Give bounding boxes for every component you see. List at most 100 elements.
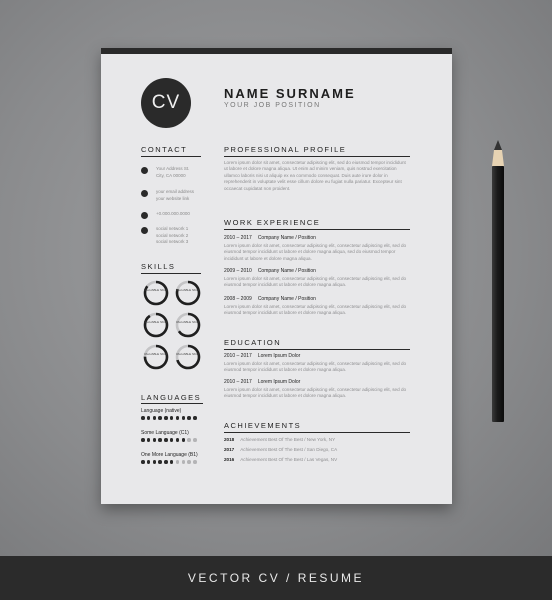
languages-title: LANGUAGES xyxy=(141,393,202,402)
contact-email: your email address your website link xyxy=(141,189,208,202)
achievements-rule xyxy=(224,432,410,433)
skill-ring: VALUABLE SKILL xyxy=(175,344,201,370)
profile-rule xyxy=(224,156,410,157)
email-icon xyxy=(141,190,148,197)
skill-ring: VALUABLE SKILL xyxy=(143,344,169,370)
skills-title: SKILLS xyxy=(141,262,176,271)
social-icon xyxy=(141,227,148,234)
level-dot-filled xyxy=(169,438,174,442)
skill-label: VALUABLE SKILL xyxy=(143,352,169,356)
achievement-year: 2017 xyxy=(224,447,235,452)
level-dot-filled xyxy=(187,416,191,420)
profile-title: PROFESSIONAL PROFILE xyxy=(224,145,347,154)
experience-description: Lorem ipsum dolor sit amet, consectetur … xyxy=(224,243,407,261)
level-dot-filled xyxy=(158,438,162,442)
contact-social: social network 1 social network 2 social n… xyxy=(141,226,208,246)
achievement-item: 2017 Achievement Best Of The Best / San D… xyxy=(224,447,337,452)
education-rule xyxy=(224,349,410,350)
contact-address: Your Address St. City, CA 00000 xyxy=(141,166,208,179)
achievement-text: Achievement Best Of The Best / Las Vegas… xyxy=(240,457,338,462)
language-level-dots xyxy=(141,438,199,442)
level-dot-filled xyxy=(164,438,168,442)
footer-title: VECTOR CV / RESUME xyxy=(187,571,365,585)
job-position: YOUR JOB POSITION xyxy=(224,102,321,109)
language-level-dots xyxy=(141,460,199,464)
level-dot-filled xyxy=(152,460,157,464)
phone-line: +0.000.000.0000 xyxy=(156,211,190,216)
city-line: City, CA 00000 xyxy=(156,172,186,178)
social-line: social network 3 xyxy=(156,239,189,244)
top-bar xyxy=(101,48,452,54)
level-dot-filled xyxy=(158,416,162,420)
footer-banner: VECTOR CV / RESUME xyxy=(0,556,552,600)
level-dot-filled xyxy=(164,416,168,420)
resume-sheet: CV NAME SURNAME YOUR JOB POSITION CONTAC… xyxy=(101,48,452,504)
languages-rule xyxy=(141,403,203,404)
level-dot-empty xyxy=(181,460,186,464)
level-dot-filled xyxy=(175,416,180,420)
experience-entry: 2010 – 2017 Company Name / Position Lorem… xyxy=(224,235,410,262)
level-dot-filled xyxy=(181,438,186,442)
education-description: Lorem ipsum dolor sit amet, consectetur … xyxy=(224,361,407,373)
skill-label: VALUABLE SKILL xyxy=(143,320,169,324)
level-dot-filled xyxy=(146,416,151,420)
skill-ring: VALUABLE SKILL xyxy=(175,280,201,306)
education-title-text: Lorem Ipsum Dolor xyxy=(257,353,301,359)
education-entry: 2010 – 2017 Lorem Ipsum Dolor Lorem ipsum… xyxy=(224,353,410,374)
phone-icon xyxy=(141,212,148,219)
achievement-year: 2018 xyxy=(224,437,235,442)
experience-description: Lorem ipsum dolor sit amet, consectetur … xyxy=(224,276,407,288)
experience-title-text: Company Name / Position xyxy=(257,296,316,302)
level-dot-empty xyxy=(187,438,191,442)
achievement-item: 2018 Achievement Best Of The Best / New Y… xyxy=(224,437,335,442)
education-description: Lorem ipsum dolor sit amet, consectetur … xyxy=(224,387,407,399)
skill-ring: VALUABLE SKILL xyxy=(143,280,169,306)
experience-title-text: Company Name / Position xyxy=(257,235,316,241)
achievement-item: 2016 Achievement Best Of The Best / Las V… xyxy=(224,457,337,462)
level-dot-empty xyxy=(187,460,191,464)
level-dot-empty xyxy=(175,460,180,464)
monogram-avatar: CV xyxy=(141,78,191,128)
experience-years: 2009 – 2010 xyxy=(224,268,252,274)
language-name: Language (native) xyxy=(141,408,182,414)
location-icon xyxy=(141,167,148,174)
achievement-year: 2016 xyxy=(224,457,235,462)
skill-label: VALUABLE SKILL xyxy=(175,320,201,324)
language-level-dots xyxy=(141,416,199,420)
experience-entry: 2008 – 2009 Company Name / Position Lorem… xyxy=(224,296,410,317)
achievement-text: Achievement Best Of The Best / San Diego… xyxy=(240,447,338,452)
level-dot-filled xyxy=(141,438,145,442)
contact-phone: +0.000.000.0000 xyxy=(141,211,208,219)
skills-rule xyxy=(141,273,201,274)
skill-ring: VALUABLE SKILL xyxy=(143,312,169,338)
skill-label: VALUABLE SKILL xyxy=(143,288,169,292)
language-name: One More Language (B1) xyxy=(141,452,198,458)
experience-years: 2010 – 2017 xyxy=(224,235,252,241)
level-dot-filled xyxy=(181,416,186,420)
achievements-title: ACHIEVEMENTS xyxy=(224,421,302,430)
skill-ring: VALUABLE SKILL xyxy=(175,312,201,338)
name-heading: NAME SURNAME xyxy=(224,86,356,101)
skill-label: VALUABLE SKILL xyxy=(175,288,201,292)
level-dot-filled xyxy=(158,460,162,464)
education-entry: 2010 – 2017 Lorem Ipsum Dolor Lorem ipsum… xyxy=(224,379,410,400)
education-title: EDUCATION xyxy=(224,338,282,347)
language-item: Some Language (C1) xyxy=(141,430,199,442)
level-dot-filled xyxy=(175,438,180,442)
level-dot-filled xyxy=(193,416,197,420)
contact-rule xyxy=(141,156,201,157)
contact-title: CONTACT xyxy=(141,145,188,154)
level-dot-filled xyxy=(164,460,168,464)
level-dot-filled xyxy=(141,460,145,464)
level-dot-empty xyxy=(193,460,197,464)
education-years: 2010 – 2017 xyxy=(224,379,252,385)
education-title-text: Lorem Ipsum Dolor xyxy=(257,379,301,385)
pencil-illustration xyxy=(492,140,504,422)
level-dot-filled xyxy=(146,460,151,464)
skill-label: VALUABLE SKILL xyxy=(175,352,201,356)
level-dot-filled xyxy=(152,438,157,442)
experience-title-text: Company Name / Position xyxy=(257,268,316,274)
language-name: Some Language (C1) xyxy=(141,430,189,436)
experience-entry: 2009 – 2010 Company Name / Position Lorem… xyxy=(224,268,410,289)
experience-title: WORK EXPERIENCE xyxy=(224,218,321,227)
